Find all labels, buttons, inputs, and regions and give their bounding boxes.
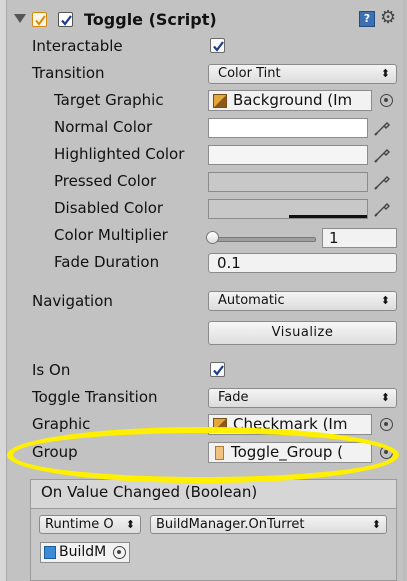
object-picker-icon[interactable] (113, 546, 126, 559)
runtime-dropdown[interactable]: Runtime O ⬍ (39, 515, 141, 534)
checkmark-icon (35, 15, 46, 26)
is-on-checkbox[interactable] (210, 362, 225, 377)
graphic-field[interactable]: Checkmark (Im (208, 414, 372, 435)
visualize-button[interactable]: Visualize (208, 321, 397, 345)
dropdown-arrow-icon: ⬍ (125, 518, 135, 531)
normal-color-swatch[interactable] (208, 118, 368, 138)
function-dropdown[interactable]: BuildManager.OnTurret ⬍ (150, 515, 387, 534)
disabled-color-label: Disabled Color (54, 199, 164, 217)
image-component-icon (213, 94, 227, 108)
target-graphic-value: Background (Im (233, 91, 353, 109)
alpha-bar (289, 215, 367, 218)
foldout-arrow-icon[interactable] (14, 14, 26, 23)
target-graphic-label: Target Graphic (54, 91, 164, 109)
color-multiplier-slider[interactable] (214, 237, 316, 242)
toggle-transition-dropdown[interactable]: Fade ⬍ (208, 388, 397, 408)
right-border (403, 0, 407, 581)
component-header[interactable]: Toggle (Script) ? ⚙ (14, 8, 404, 34)
component-title: Toggle (Script) (84, 10, 217, 29)
object-picker-icon[interactable] (380, 418, 393, 431)
navigation-dropdown[interactable]: Automatic ⬍ (208, 291, 397, 311)
object-picker-icon[interactable] (380, 94, 393, 107)
dropdown-arrow-icon: ⬍ (371, 518, 381, 531)
transition-dropdown[interactable]: Color Tint ⬍ (208, 64, 397, 84)
target-graphic-field[interactable]: Background (Im (208, 90, 372, 111)
checkmark-icon (61, 15, 72, 26)
script-enabled-checkbox[interactable] (58, 12, 73, 27)
navigation-label: Navigation (32, 292, 113, 310)
is-on-label: Is On (32, 361, 71, 379)
on-value-changed-event: On Value Changed (Boolean) Runtime O ⬍ B… (30, 479, 397, 581)
transition-label: Transition (32, 64, 105, 82)
checkmark-icon (213, 365, 224, 376)
inspector-panel: Toggle (Script) ? ⚙ Interactable Transit… (0, 0, 407, 581)
dropdown-arrow-icon: ⬍ (380, 67, 390, 80)
eyedropper-icon[interactable] (372, 144, 392, 164)
highlighted-color-swatch[interactable] (208, 145, 368, 165)
color-multiplier-field[interactable]: 1 (322, 228, 397, 248)
image-component-icon (213, 418, 227, 432)
slider-thumb[interactable] (206, 231, 219, 244)
gear-icon[interactable]: ⚙ (380, 9, 396, 27)
graphic-value: Checkmark (Im (233, 415, 348, 433)
navigation-value: Automatic (218, 293, 285, 308)
graphic-label: Graphic (32, 415, 91, 433)
help-book-icon[interactable]: ? (359, 11, 375, 27)
highlighted-color-label: Highlighted Color (54, 145, 185, 163)
pressed-color-swatch[interactable] (208, 172, 368, 192)
component-enabled-checkbox[interactable] (32, 12, 47, 27)
script-component-icon (44, 546, 56, 559)
fade-duration-label: Fade Duration (54, 253, 160, 271)
fade-duration-field[interactable]: 0.1 (208, 253, 397, 273)
color-multiplier-label: Color Multiplier (54, 226, 168, 244)
eyedropper-icon[interactable] (372, 117, 392, 137)
transition-value: Color Tint (218, 66, 281, 81)
group-label: Group (32, 443, 78, 461)
event-target-value: BuildM (59, 544, 107, 560)
dropdown-arrow-icon: ⬍ (380, 391, 390, 404)
group-value: Toggle_Group ( (231, 443, 344, 461)
toggle-transition-value: Fade (218, 390, 249, 405)
object-picker-icon[interactable] (380, 446, 393, 459)
pressed-color-label: Pressed Color (54, 172, 157, 190)
event-target-object-field[interactable]: BuildM (40, 542, 130, 563)
left-border (0, 0, 7, 581)
interactable-checkbox[interactable] (210, 38, 225, 53)
interactable-label: Interactable (32, 37, 123, 55)
disabled-color-swatch[interactable] (208, 199, 368, 219)
event-header: On Value Changed (Boolean) (31, 480, 396, 509)
eyedropper-icon[interactable] (372, 171, 392, 191)
script-icon (215, 446, 224, 460)
group-field[interactable]: Toggle_Group ( (208, 442, 372, 463)
dropdown-arrow-icon: ⬍ (380, 294, 390, 307)
checkmark-icon (213, 41, 224, 52)
toggle-transition-label: Toggle Transition (32, 388, 158, 406)
runtime-value: Runtime O (45, 517, 114, 532)
function-value: BuildManager.OnTurret (156, 517, 305, 532)
event-title: On Value Changed (Boolean) (41, 483, 258, 501)
normal-color-label: Normal Color (54, 118, 153, 136)
eyedropper-icon[interactable] (372, 198, 392, 218)
